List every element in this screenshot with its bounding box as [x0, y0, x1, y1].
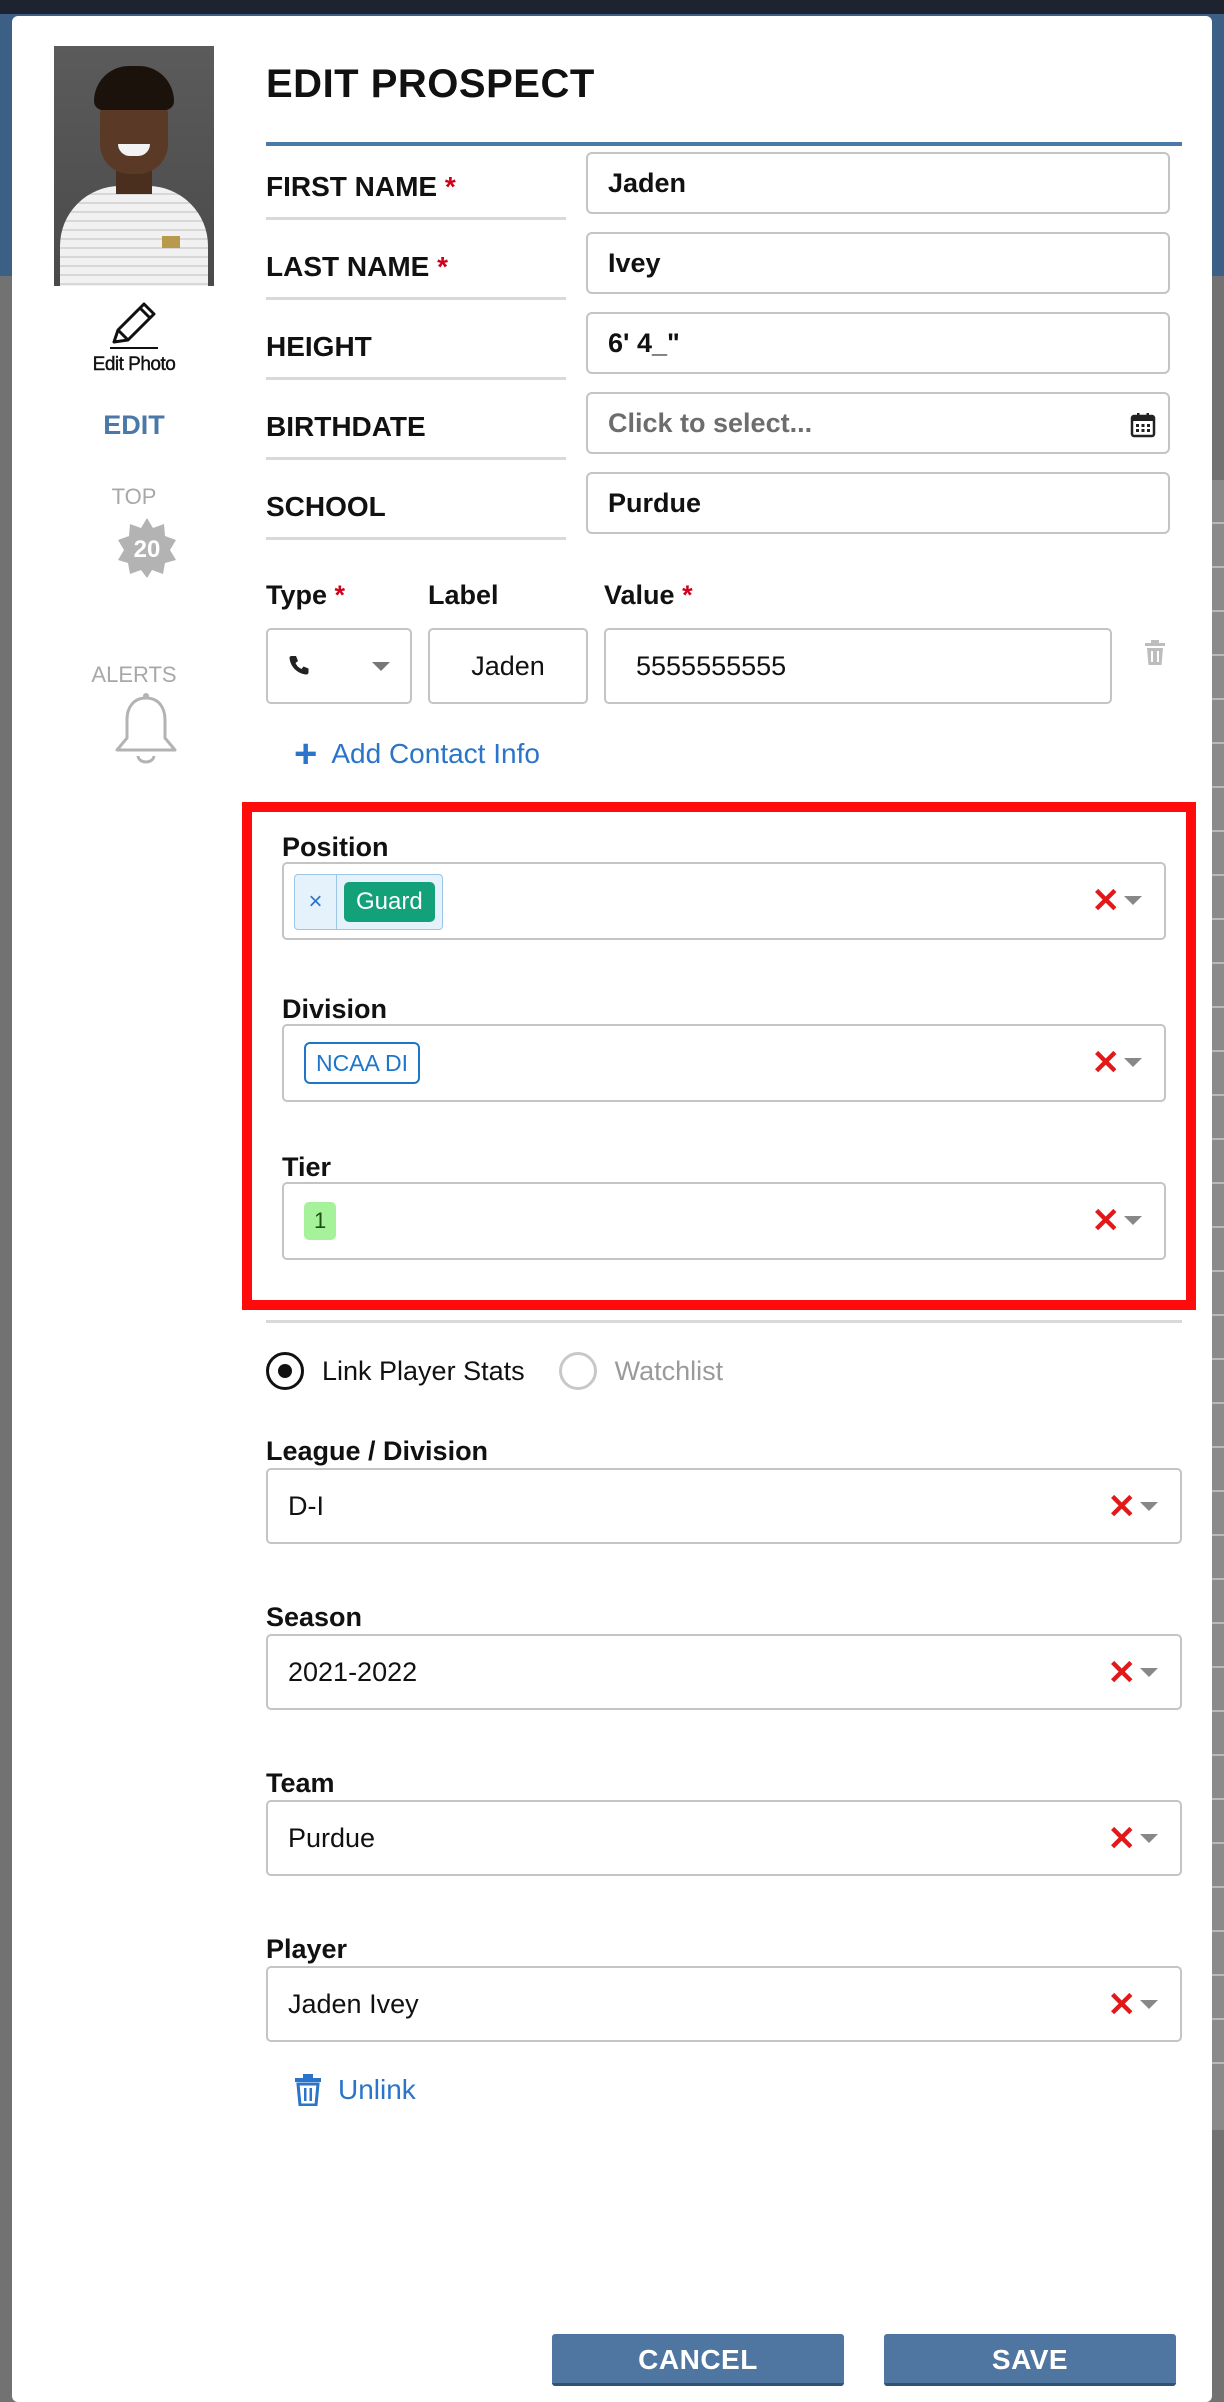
watchlist-label[interactable]: Watchlist [615, 1356, 724, 1387]
clear-x-icon[interactable]: ✕ [1108, 1822, 1137, 1856]
birthdate-placeholder: Click to select... [608, 408, 813, 438]
contact-value-text: Value [604, 580, 675, 610]
edit-prospect-modal: Edit Photo EDIT TOP 20 ALERTS EDIT PROSP… [12, 16, 1212, 2402]
season-value: 2021-2022 [288, 1657, 418, 1687]
bell-icon [115, 693, 177, 764]
chevron-down-icon[interactable] [1140, 1834, 1158, 1843]
contact-label-label: Label [428, 580, 499, 610]
height-input[interactable]: 6' 4_" [586, 312, 1170, 374]
league-division-select[interactable]: D-I ✕ [266, 1468, 1182, 1544]
top-badge-number: 20 [134, 536, 161, 563]
position-chip: × Guard [294, 874, 443, 930]
pencil-icon [110, 302, 158, 349]
birthdate-input[interactable]: Click to select... [586, 392, 1170, 454]
contact-type-text: Type [266, 580, 328, 610]
star-badge-icon: 20 [118, 518, 176, 578]
league-division-label: League / Division [266, 1436, 489, 1466]
prospect-photo [54, 46, 214, 286]
contact-label-input[interactable]: Jaden [428, 628, 588, 704]
unlink-button[interactable]: Unlink [294, 2074, 416, 2106]
chevron-down-icon[interactable] [1140, 1668, 1158, 1677]
chevron-down-icon[interactable] [1140, 1502, 1158, 1511]
first-name-label-text: FIRST NAME [266, 171, 438, 202]
contact-type-label: Type * [266, 580, 345, 611]
division-chip: NCAA DI [304, 1042, 421, 1084]
school-input[interactable]: Purdue [586, 472, 1170, 534]
clear-x-icon[interactable]: ✕ [1092, 1204, 1121, 1238]
team-label: Team [266, 1768, 335, 1798]
birthdate-label: BIRTHDATE [266, 394, 566, 460]
first-name-input[interactable]: Jaden [586, 152, 1170, 214]
required-marker: * [444, 171, 456, 202]
edit-link[interactable]: EDIT [84, 410, 184, 441]
clear-x-icon[interactable]: ✕ [1108, 1988, 1137, 2022]
season-label: Season [266, 1602, 363, 1632]
clear-x-icon[interactable]: ✕ [1108, 1490, 1137, 1524]
player-select[interactable]: Jaden Ivey ✕ [266, 1966, 1182, 2042]
tier-chip: 1 [304, 1202, 337, 1240]
division-label: Division [282, 994, 388, 1024]
contact-value-input[interactable]: 5555555555 [604, 628, 1112, 704]
chevron-down-icon [372, 662, 390, 671]
link-player-stats-radio[interactable] [266, 1352, 304, 1390]
chevron-down-icon[interactable] [1124, 1216, 1142, 1225]
trash-icon[interactable] [1144, 640, 1166, 666]
stats-mode-radio-group: Link Player Stats Watchlist [266, 1352, 757, 1390]
school-label: SCHOOL [266, 474, 566, 540]
add-contact-label: Add Contact Info [331, 738, 540, 769]
chevron-down-icon[interactable] [1124, 896, 1142, 905]
position-chip-label: Guard [344, 882, 435, 922]
phone-icon [289, 656, 309, 675]
chevron-down-icon[interactable] [1140, 2000, 1158, 2009]
position-label: Position [282, 832, 389, 862]
position-select[interactable]: × Guard ✕ [282, 862, 1166, 940]
player-label: Player [266, 1934, 348, 1964]
page-title: EDIT PROSPECT [266, 62, 595, 106]
add-contact-info-button[interactable]: + Add Contact Info [294, 732, 540, 776]
alerts-button[interactable] [111, 692, 181, 775]
plus-icon: + [294, 732, 318, 776]
top-label: TOP [111, 484, 157, 509]
last-name-label-text: LAST NAME [266, 251, 430, 282]
required-marker: * [334, 580, 346, 610]
clear-x-icon[interactable]: ✕ [1092, 884, 1121, 918]
last-name-input[interactable]: Ivey [586, 232, 1170, 294]
edit-photo-label: Edit Photo [92, 354, 176, 375]
season-select[interactable]: 2021-2022 ✕ [266, 1634, 1182, 1710]
alerts-label: ALERTS [91, 662, 177, 687]
chevron-down-icon[interactable] [1124, 1058, 1142, 1067]
clear-x-icon[interactable]: ✕ [1108, 1656, 1137, 1690]
top-20-badge[interactable]: 20 [115, 516, 179, 585]
unlink-label: Unlink [338, 2074, 416, 2105]
section-divider [266, 1320, 1182, 1323]
background-top-bar [0, 0, 1224, 14]
save-button[interactable]: SAVE [884, 2334, 1176, 2386]
tier-select[interactable]: 1 ✕ [282, 1182, 1166, 1260]
edit-photo-button[interactable]: Edit Photo [84, 298, 184, 376]
team-select[interactable]: Purdue ✕ [266, 1800, 1182, 1876]
required-marker: * [682, 580, 693, 610]
last-name-label: LAST NAME * [266, 234, 566, 300]
first-name-label: FIRST NAME * [266, 154, 566, 220]
league-division-value: D-I [288, 1491, 324, 1521]
chip-remove-button[interactable]: × [295, 875, 337, 929]
contact-value-label: Value * [604, 580, 693, 611]
link-player-stats-label[interactable]: Link Player Stats [322, 1356, 525, 1387]
height-label: HEIGHT [266, 314, 566, 380]
contact-type-select[interactable] [266, 628, 412, 704]
watchlist-radio[interactable] [558, 1352, 597, 1390]
team-value: Purdue [288, 1823, 376, 1853]
clear-x-icon[interactable]: ✕ [1092, 1046, 1121, 1080]
trash-icon [295, 2074, 321, 2106]
title-divider [266, 142, 1182, 146]
required-marker: * [437, 251, 449, 282]
division-select[interactable]: NCAA DI ✕ [282, 1024, 1166, 1102]
calendar-icon[interactable] [1130, 412, 1156, 438]
tier-label: Tier [282, 1152, 332, 1182]
player-value: Jaden Ivey [288, 1989, 419, 2019]
cancel-button[interactable]: CANCEL [552, 2334, 844, 2386]
